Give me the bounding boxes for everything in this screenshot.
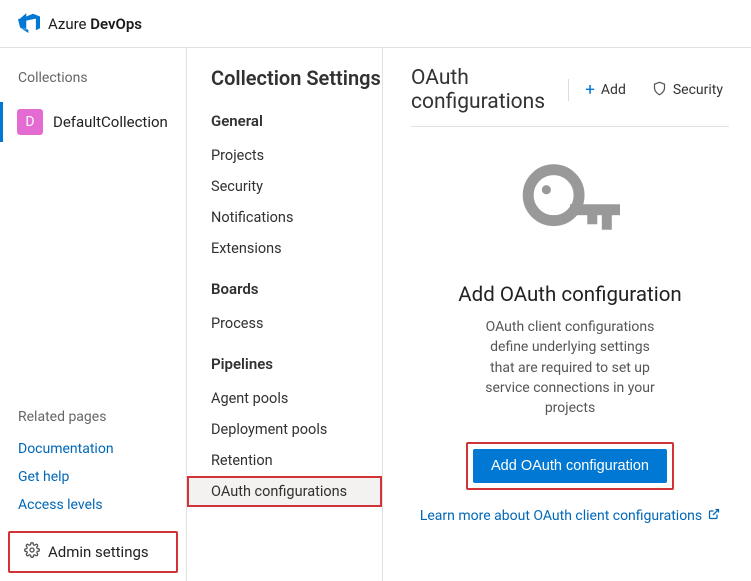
content-area: OAuth configurations + Add Security: [383, 48, 751, 581]
top-header: Azure DevOps: [0, 0, 751, 48]
brand-b: DevOps: [90, 15, 142, 33]
admin-settings-label: Admin settings: [48, 543, 149, 561]
collection-badge: D: [17, 109, 43, 135]
brand-a: Azure: [48, 15, 86, 33]
nav-process[interactable]: Process: [187, 308, 382, 339]
learn-more-link[interactable]: Learn more about OAuth client configurat…: [420, 508, 720, 524]
empty-state: Add OAuth configuration OAuth client con…: [411, 126, 729, 524]
empty-state-description: OAuth client configurations define under…: [480, 317, 660, 418]
section-boards: Boards: [187, 280, 382, 298]
nav-oauth-configurations[interactable]: OAuth configurations: [187, 476, 382, 507]
content-header: OAuth configurations + Add Security: [411, 66, 729, 114]
security-label: Security: [673, 82, 723, 98]
empty-state-title: Add OAuth configuration: [411, 283, 729, 307]
add-oauth-configuration-button[interactable]: Add OAuth configuration: [473, 449, 667, 483]
section-pipelines: Pipelines: [187, 355, 382, 373]
gear-icon: [24, 542, 40, 562]
nav-extensions[interactable]: Extensions: [187, 233, 382, 264]
nav-deployment-pools[interactable]: Deployment pools: [187, 414, 382, 445]
nav-retention[interactable]: Retention: [187, 445, 382, 476]
link-documentation[interactable]: Documentation: [0, 435, 186, 463]
link-access-levels[interactable]: Access levels: [0, 491, 186, 519]
section-general: General: [187, 112, 382, 130]
admin-settings-button[interactable]: Admin settings: [8, 531, 178, 573]
collection-name: DefaultCollection: [53, 113, 168, 131]
azure-devops-logo-icon: [18, 11, 40, 37]
content-title: OAuth configurations: [411, 66, 558, 114]
collections-heading: Collections: [0, 70, 186, 86]
settings-nav: Collection Settings General Projects Sec…: [187, 48, 383, 581]
learn-more-text: Learn more about OAuth client configurat…: [420, 508, 702, 524]
nav-notifications[interactable]: Notifications: [187, 202, 382, 233]
external-link-icon: [708, 508, 720, 524]
cta-highlight-frame: Add OAuth configuration: [466, 442, 674, 490]
settings-title: Collection Settings: [187, 66, 382, 90]
related-pages-heading: Related pages: [0, 409, 186, 425]
nav-security[interactable]: Security: [187, 171, 382, 202]
collections-sidebar: Collections D DefaultCollection Related …: [0, 48, 187, 581]
add-label: Add: [601, 82, 626, 98]
collection-item-default[interactable]: D DefaultCollection: [0, 102, 186, 142]
shield-icon: [652, 81, 667, 100]
plus-icon: +: [585, 82, 595, 99]
nav-projects[interactable]: Projects: [187, 140, 382, 171]
security-action[interactable]: Security: [646, 77, 729, 104]
nav-agent-pools[interactable]: Agent pools: [187, 383, 382, 414]
brand-text: Azure DevOps: [48, 15, 142, 33]
key-icon: [515, 157, 625, 261]
divider: [568, 79, 569, 101]
link-get-help[interactable]: Get help: [0, 463, 186, 491]
add-action[interactable]: + Add: [579, 78, 632, 103]
